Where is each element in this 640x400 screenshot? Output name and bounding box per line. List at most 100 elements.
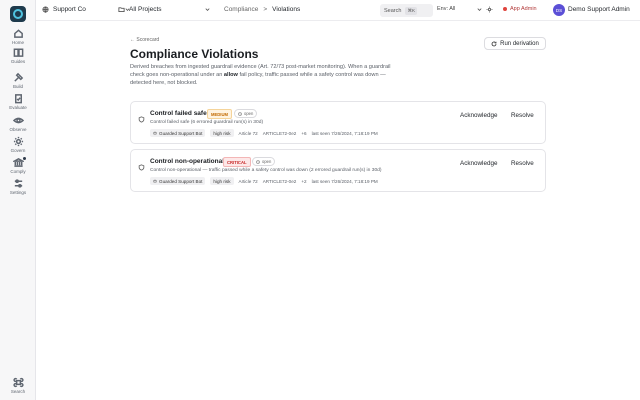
sidebar-item-build[interactable]: Build [0,72,36,89]
search-shortcut: ⌘K [405,6,417,15]
folder-icon [118,7,125,12]
violation-subtitle: Control failed safe (6 errored guardrail… [150,120,264,125]
shield-icon [138,110,145,128]
user-name[interactable]: Demo Support Admin [568,6,630,13]
sun-icon [486,6,493,13]
violation-card: Control failed safe MEDIUM open Control … [130,101,546,144]
resolve-button[interactable]: Resolve [511,160,534,167]
article-label: Article 72 [238,178,258,184]
sidebar-item-label: Evaluate [9,105,27,110]
page-description: Derived breaches from ingested guardrail… [130,63,392,87]
sidebar-item-observe[interactable]: Observe [0,115,36,132]
search-label: Search [384,7,402,14]
app-admin-label: App Admin [510,6,537,12]
project-dropdown[interactable] [204,6,211,13]
extra-count: +6 [301,130,307,136]
logo-mark [13,9,23,19]
back-to-scorecard-link[interactable]: ← Scorecard [130,37,159,43]
search-button[interactable]: Search ⌘K [380,4,433,17]
run-derivation-label: Run derivation [500,40,539,47]
violation-title: Control failed safe [150,110,207,117]
breadcrumb-violations: Violations [272,6,301,13]
sidebar-item-label: Settings [9,190,27,195]
status-badge: open [234,109,258,118]
sidebar-item-govern[interactable]: Govern [0,136,36,153]
article-id: ARTICLE72-0e2 [262,130,297,136]
breadcrumb: Compliance > Violations [224,6,300,13]
sidebar-item-settings[interactable]: Settings [0,178,36,195]
sidebar: Home Guides Build Evaluate Observe Gover… [0,0,36,400]
run-derivation-button[interactable]: Run derivation [484,37,546,50]
resolve-button[interactable]: Resolve [511,112,534,119]
sidebar-item-label: Guides [10,59,26,64]
active-indicator-dot [23,157,26,160]
globe-icon [42,6,49,13]
env-selector[interactable]: Env: All [437,6,455,12]
app-logo[interactable] [10,6,26,22]
sidebar-item-guides[interactable]: Guides [0,47,36,64]
app-admin-badge[interactable]: App Admin [503,6,537,12]
home-icon [13,29,23,38]
acknowledge-button[interactable]: Acknowledge [460,160,497,167]
chevron-down-icon [205,8,210,11]
sliders-icon [14,179,22,188]
violation-title: Control non-operational [150,158,225,165]
breadcrumb-separator: > [263,6,268,13]
sidebar-item-label: Build [12,84,23,89]
clock-icon [256,159,260,164]
top-bar: Support Co All Projects Compliance > Vio… [36,0,640,21]
env-dropdown[interactable] [476,6,483,13]
article-label: Article 72 [238,130,258,136]
bot-icon [153,179,157,183]
breadcrumb-compliance[interactable]: Compliance [224,6,258,13]
last-seen: last seen 7/26/2024, 7:18:19 PM [311,178,378,184]
bot-chip[interactable]: Guarded Support Bot [150,177,206,185]
severity-badge: MEDIUM [207,109,232,119]
sidebar-search-label: Search [10,389,26,394]
violation-meta: Guarded Support Bot high risk Article 72… [150,177,378,185]
last-seen: last seen 7/26/2024, 7:18:19 PM [311,130,378,136]
refresh-icon [491,41,497,46]
page-title: Compliance Violations [130,47,259,61]
command-icon [12,377,24,388]
status-badge: open [252,157,276,166]
status-label: open [262,159,272,164]
bot-icon [153,131,157,135]
eye-icon [12,117,24,124]
book-icon [13,48,23,57]
severity-badge: CRITICAL [223,157,251,167]
bank-icon [12,157,24,167]
theme-toggle[interactable] [486,6,493,13]
sidebar-item-label: Home [11,40,24,45]
extra-count: +2 [301,178,307,184]
sidebar-item-label: Observe [9,127,27,132]
status-label: open [244,111,254,116]
hammer-icon [13,72,23,82]
gear-icon [13,136,23,147]
bot-name: Guarded Support Bot [159,130,203,136]
sidebar-item-label: Govern [10,148,26,153]
sidebar-item-comply[interactable]: Comply [0,157,36,174]
violation-meta: Guarded Support Bot high risk Article 72… [150,129,378,137]
shield-icon [138,158,145,176]
acknowledge-button[interactable]: Acknowledge [460,112,497,119]
admin-dot [503,7,507,11]
project-name: All Projects [129,6,162,13]
violation-card: Control non-operational CRITICAL open Co… [130,149,546,192]
article-id: ARTICLE72-0e2 [262,178,297,184]
sidebar-search[interactable]: Search [0,377,36,394]
org-name: Support Co [53,6,86,13]
bot-name: Guarded Support Bot [159,178,203,184]
description-bold: allow [223,72,238,78]
risk-chip: high risk [210,129,234,137]
avatar[interactable]: DS [553,4,565,16]
sidebar-item-label: Comply [10,169,26,174]
project-switcher[interactable]: All Projects [118,6,162,13]
bot-chip[interactable]: Guarded Support Bot [150,129,206,137]
violation-subtitle: Control non-operational — traffic passed… [150,168,382,173]
sidebar-item-home[interactable]: Home [0,28,36,45]
sidebar-item-evaluate[interactable]: Evaluate [0,93,36,110]
clipboard-check-icon [14,94,22,104]
chevron-down-icon [477,8,482,11]
risk-chip: high risk [210,177,234,185]
